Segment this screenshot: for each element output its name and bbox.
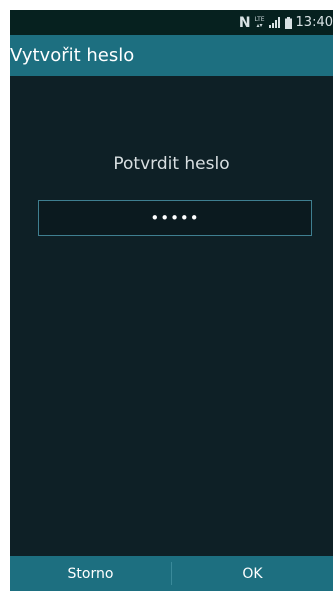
password-value: ••••• — [150, 209, 200, 227]
signal-icon — [268, 17, 281, 28]
password-input[interactable]: ••••• — [38, 200, 312, 236]
status-icons: N LTE ▴▾ 13:40 — [239, 10, 333, 35]
nfc-icon: N — [238, 14, 251, 31]
page-title: Vytvořit heslo — [10, 45, 135, 66]
phone-screen: N LTE ▴▾ 13:40 Vytvořit heslo Potvrdit h… — [10, 10, 333, 591]
password-confirm-panel: Potvrdit heslo ••••• — [10, 76, 333, 556]
lte-label: LTE — [254, 15, 265, 23]
lte-icon: LTE ▴▾ — [254, 15, 265, 29]
battery-icon — [284, 16, 292, 29]
status-bar: N LTE ▴▾ 13:40 — [10, 10, 333, 35]
button-bar: Storno OK — [10, 556, 333, 591]
clock: 13:40 — [295, 15, 333, 30]
cancel-button[interactable]: Storno — [10, 556, 171, 591]
confirm-password-prompt: Potvrdit heslo — [113, 154, 230, 174]
action-bar: Vytvořit heslo — [10, 35, 333, 76]
ok-button[interactable]: OK — [172, 556, 333, 591]
